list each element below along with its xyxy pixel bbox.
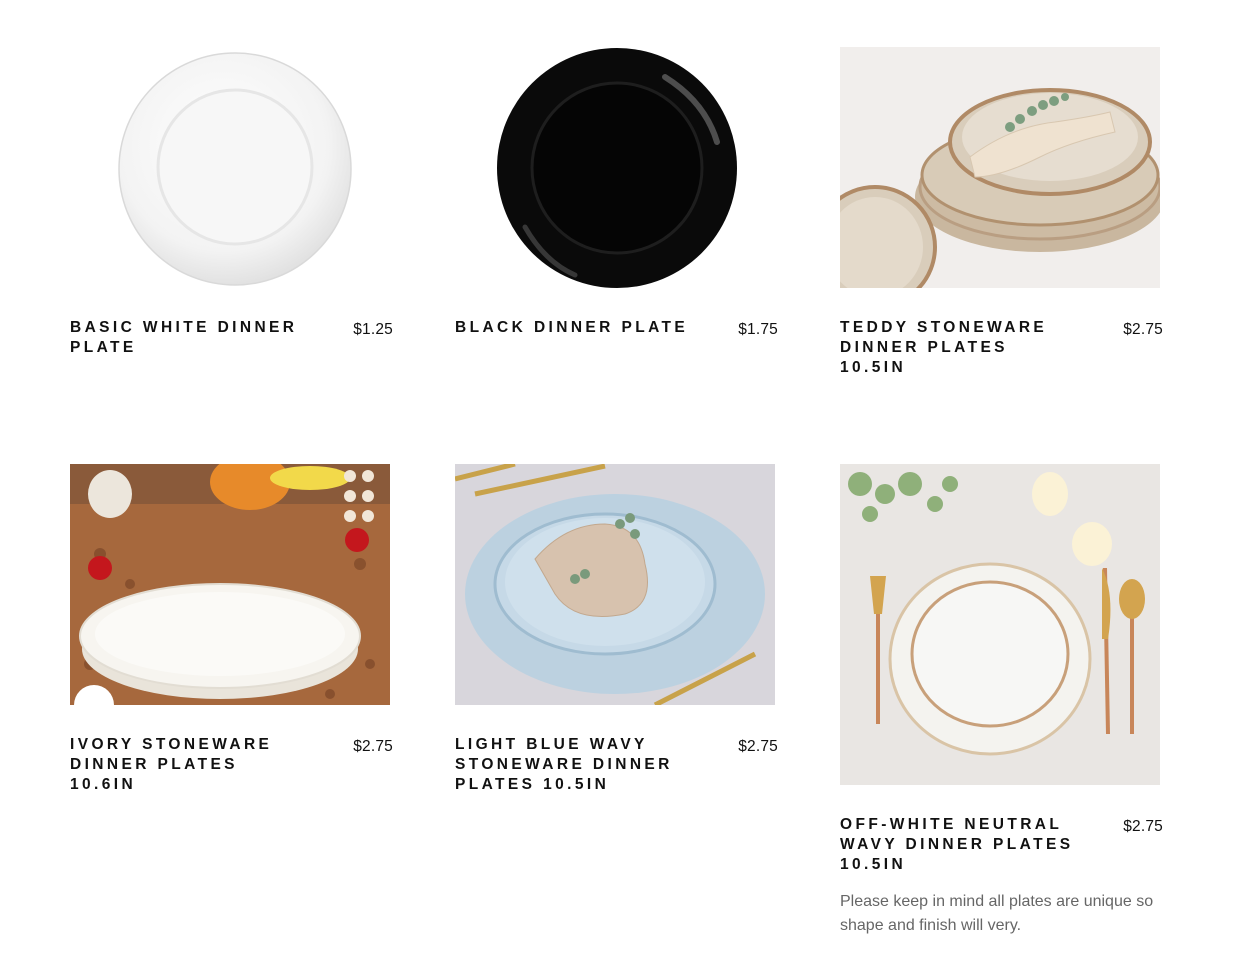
product-price: $2.75 <box>353 738 393 755</box>
product-card[interactable]: Off-White Neutral Wavy Dinner Plates 10.… <box>840 464 1180 938</box>
product-card[interactable]: Black Dinner Plate $1.75 <box>455 47 795 338</box>
product-card[interactable]: Ivory Stoneware Dinner Plates 10.6in $2.… <box>70 464 410 795</box>
product-price: $1.25 <box>353 321 393 338</box>
product-title[interactable]: Off-White Neutral Wavy Dinner Plates 10.… <box>840 815 1080 875</box>
product-info: Off-White Neutral Wavy Dinner Plates 10.… <box>840 815 1180 938</box>
product-price: $2.75 <box>1123 321 1163 338</box>
product-price: $1.75 <box>738 321 778 338</box>
product-card[interactable]: Teddy Stoneware Dinner Plates 10.5in $2.… <box>840 47 1180 378</box>
product-image-light-blue-plates[interactable] <box>455 464 775 705</box>
product-title[interactable]: Basic White Dinner Plate <box>70 318 310 358</box>
product-image-black-plate[interactable] <box>455 47 775 288</box>
product-image-off-white-plates[interactable] <box>840 464 1160 785</box>
product-info: Basic White Dinner Plate $1.25 <box>70 318 410 358</box>
product-info: Black Dinner Plate $1.75 <box>455 318 795 338</box>
product-note: Please keep in mind all plates are uniqu… <box>840 893 1154 934</box>
product-price: $2.75 <box>738 738 778 755</box>
product-grid: Basic White Dinner Plate $1.25 Black Din… <box>0 0 1240 954</box>
product-info: Teddy Stoneware Dinner Plates 10.5in $2.… <box>840 318 1180 378</box>
product-price: $2.75 <box>1123 818 1163 835</box>
product-title[interactable]: Light Blue Wavy Stoneware Dinner Plates … <box>455 735 695 795</box>
product-image-teddy-plates[interactable] <box>840 47 1160 288</box>
product-image-ivory-plate[interactable] <box>70 464 390 705</box>
product-title[interactable]: Black Dinner Plate <box>455 318 695 338</box>
product-card[interactable]: Basic White Dinner Plate $1.25 <box>70 47 410 358</box>
product-title[interactable]: Teddy Stoneware Dinner Plates 10.5in <box>840 318 1080 378</box>
product-info: Ivory Stoneware Dinner Plates 10.6in $2.… <box>70 735 410 795</box>
product-info: Light Blue Wavy Stoneware Dinner Plates … <box>455 735 795 795</box>
product-title[interactable]: Ivory Stoneware Dinner Plates 10.6in <box>70 735 310 795</box>
product-image-white-plate[interactable] <box>70 47 390 288</box>
product-card[interactable]: Light Blue Wavy Stoneware Dinner Plates … <box>455 464 795 795</box>
